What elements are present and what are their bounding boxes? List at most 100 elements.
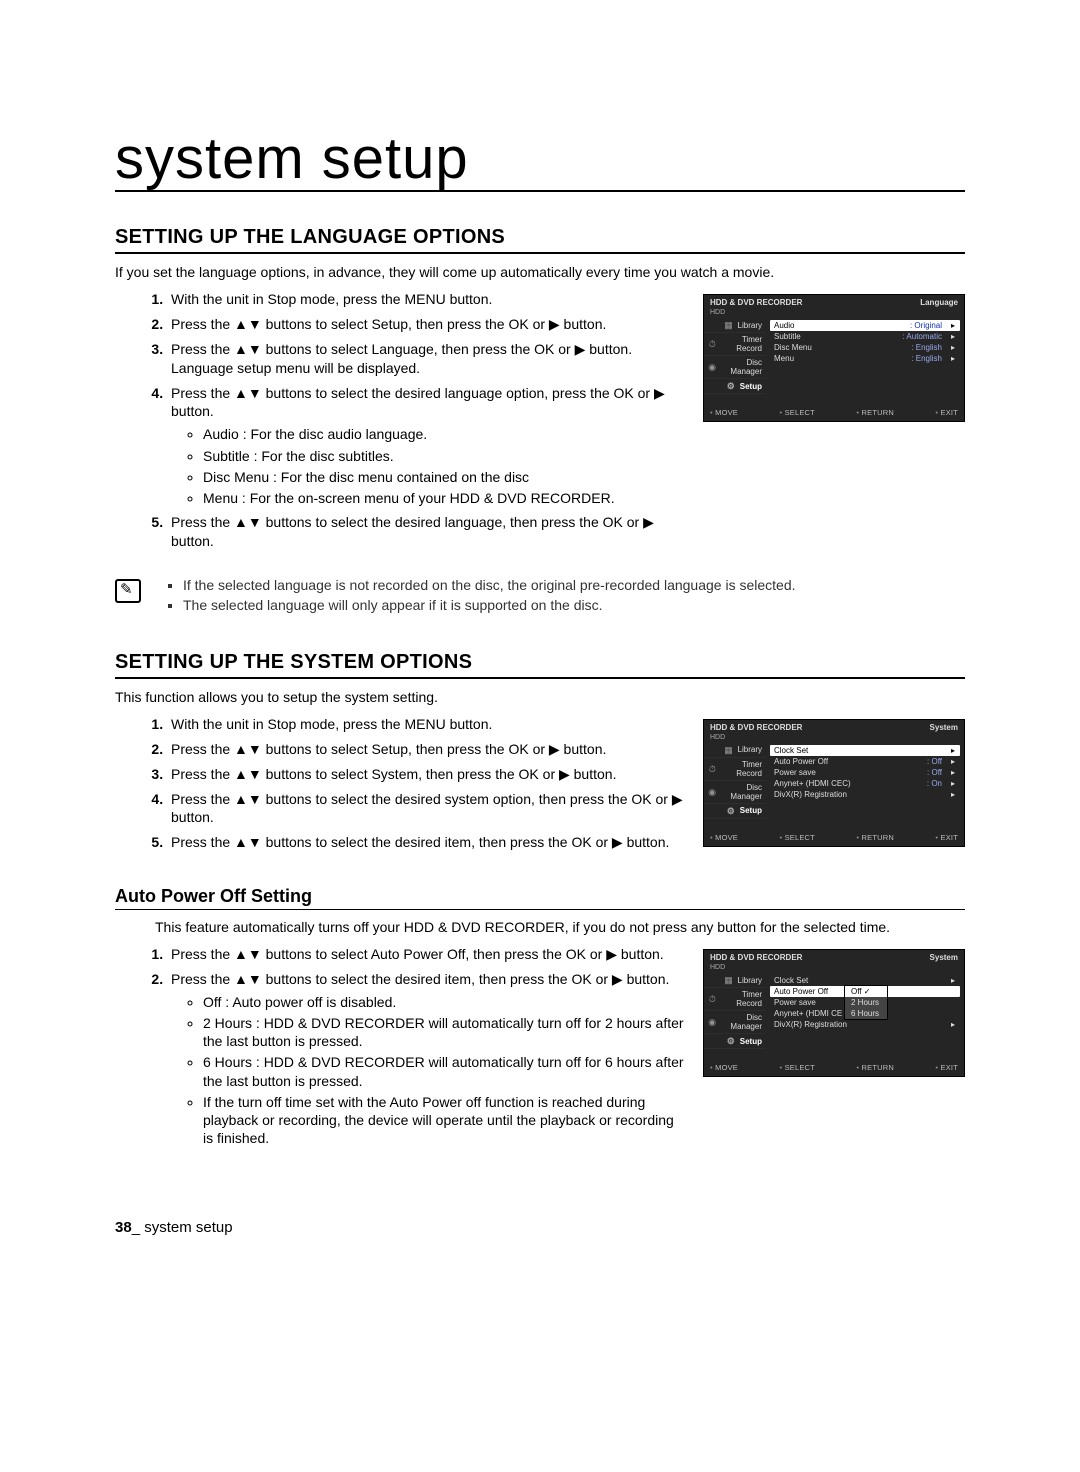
osd-option: DivX(R) Registration▸ [770,789,960,800]
note-icon [115,579,141,603]
steps-system: With the unit in Stop mode, press the ME… [115,715,685,852]
library-icon: ▦ [724,745,734,755]
heading-auto-power-off: Auto Power Off Setting [115,886,965,910]
osd-option: Anynet+ (HDMI CEC): On▸ [770,778,960,789]
osd-main: Audio: Original▸ Subtitle: Automatic▸ Di… [766,318,964,404]
osd-sidebar: ▦Library ⏱Timer Record ◉Disc Manager ⚙Se… [704,318,766,404]
step: Press the ▲▼ buttons to select Auto Powe… [167,945,685,964]
sidebar-label: Disc Manager [720,783,762,801]
osd-hint: RETURN [856,833,894,842]
osd-option: Subtitle: Automatic▸ [770,331,960,342]
sidebar-label: Timer Record [721,990,762,1008]
bullet: If the turn off time set with the Auto P… [203,1093,685,1148]
sidebar-label: Setup [740,806,762,815]
note-block: If the selected language is not recorded… [115,577,965,617]
chevron-right-icon: ▸ [950,1020,956,1029]
step: With the unit in Stop mode, press the ME… [167,290,685,309]
chevron-right-icon: ▸ [950,321,956,330]
sidebar-label: Setup [740,1037,762,1046]
chevron-right-icon: ▸ [950,779,956,788]
steps-language: With the unit in Stop mode, press the ME… [115,290,685,551]
osd-hint: SELECT [779,408,815,417]
osd-option: Disc Menu: English▸ [770,342,960,353]
sidebar-label: Disc Manager [720,358,762,376]
osd-hint: EXIT [935,1063,958,1072]
osd-submenu-item: 6 Hours [845,1008,887,1019]
osd-hint: RETURN [856,408,894,417]
intro-system: This function allows you to setup the sy… [115,689,965,705]
chevron-right-icon: ▸ [950,768,956,777]
step: Press the ▲▼ buttons to select Setup, th… [167,740,685,759]
gear-icon: ⚙ [726,381,736,391]
osd-title: HDD & DVD RECORDER [710,953,802,962]
gear-icon: ⚙ [726,806,736,816]
step: Press the ▲▼ buttons to select the desir… [167,384,685,508]
chevron-right-icon: ▸ [950,746,956,755]
sidebar-label: Library [738,976,762,985]
osd-submenu-item: Off ✓ [845,986,887,997]
sidebar-label: Library [738,321,762,330]
bullet: 6 Hours : HDD & DVD RECORDER will automa… [203,1053,685,1089]
page-footer: 38_ system setup [115,1219,965,1236]
osd-hint: MOVE [710,1063,738,1072]
osd-title: HDD & DVD RECORDER [710,298,802,307]
osd-option: Auto Power Off: Off▸ [770,756,960,767]
step-bullets: Audio : For the disc audio language. Sub… [187,425,685,507]
sidebar-label: Library [738,745,762,754]
osd-footer: MOVE SELECT RETURN EXIT [704,829,964,846]
osd-device: HDD [704,309,964,318]
disc-icon: ◉ [708,787,716,797]
osd-hint: MOVE [710,408,738,417]
osd-figure-system: HDD & DVD RECORDER System HDD ▦Library ⏱… [703,719,965,847]
chevron-right-icon: ▸ [950,343,956,352]
sidebar-label: Disc Manager [720,1013,762,1031]
osd-submenu-item: 2 Hours [845,997,887,1008]
page-title: system setup [115,130,965,192]
chevron-right-icon: ▸ [950,332,956,341]
sidebar-label: Setup [740,382,762,391]
bullet: Subtitle : For the disc subtitles. [203,447,685,465]
bullet: Audio : For the disc audio language. [203,425,685,443]
step: Press the ▲▼ buttons to select Setup, th… [167,315,685,334]
chevron-right-icon: ▸ [950,976,956,985]
clock-icon: ⏱ [708,994,717,1004]
osd-option: Audio: Original▸ [770,320,960,331]
intro-language: If you set the language options, in adva… [115,264,965,280]
note-text: If the selected language is not recorded… [183,577,796,593]
osd-hint: RETURN [856,1063,894,1072]
osd-context: Language [920,298,958,307]
step-text: Press the ▲▼ buttons to select the desir… [171,971,669,987]
osd-context: System [930,953,958,962]
bullet: Disc Menu : For the disc menu contained … [203,468,685,486]
footer-sep: _ [132,1219,140,1236]
disc-icon: ◉ [708,1017,716,1027]
step: With the unit in Stop mode, press the ME… [167,715,685,734]
disc-icon: ◉ [708,362,716,372]
bullet: 2 Hours : HDD & DVD RECORDER will automa… [203,1014,685,1050]
heading-language-options: SETTING UP THE LANGUAGE OPTIONS [115,226,965,254]
check-icon: ✓ [864,987,871,996]
osd-option: Clock Set▸ [770,745,960,756]
step: Press the ▲▼ buttons to select the desir… [167,833,685,852]
osd-hint: EXIT [935,408,958,417]
sidebar-label: Timer Record [721,760,762,778]
page-number: 38 [115,1219,132,1236]
gear-icon: ⚙ [726,1036,736,1046]
osd-hint: EXIT [935,833,958,842]
step-bullets: Off : Auto power off is disabled. 2 Hour… [187,993,685,1148]
step: Press the ▲▼ buttons to select Language,… [167,340,685,378]
chevron-right-icon: ▸ [950,757,956,766]
osd-main: Clock Set▸ Auto Power Off Power save Any… [766,973,964,1059]
osd-sidebar: ▦Library ⏱Timer Record ◉Disc Manager ⚙Se… [704,973,766,1059]
step-text: Press the ▲▼ buttons to select the desir… [171,385,665,420]
osd-footer: MOVE SELECT RETURN EXIT [704,404,964,421]
step: Press the ▲▼ buttons to select System, t… [167,765,685,784]
library-icon: ▦ [724,320,734,330]
osd-figure-auto-power-off: HDD & DVD RECORDER System HDD ▦Library ⏱… [703,949,965,1077]
osd-device: HDD [704,734,964,743]
bullet: Off : Auto power off is disabled. [203,993,685,1011]
clock-icon: ⏱ [708,764,717,774]
osd-footer: MOVE SELECT RETURN EXIT [704,1059,964,1076]
chevron-right-icon: ▸ [950,354,956,363]
osd-hint: SELECT [779,833,815,842]
